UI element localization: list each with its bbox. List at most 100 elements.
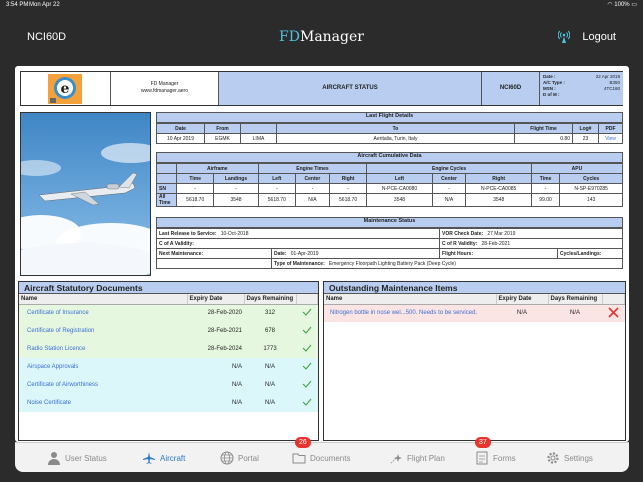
wifi-icon: ◠: [607, 2, 613, 8]
company-website: www.fdmanager.aero: [141, 88, 188, 94]
document-expiry: 28-Feb-2020: [187, 304, 244, 322]
maintenance-table: Last Release to Service: 10-Oct-2018 VOR…: [155, 228, 623, 269]
cumulative-table: Airframe Engine Times Engine Cycles APU …: [156, 163, 624, 207]
list-item[interactable]: Certificate of Registration 28-Feb-2021 67…: [19, 322, 318, 340]
logout-button[interactable]: Logout: [582, 31, 616, 43]
last-release-value: 10-Oct-2018: [220, 230, 249, 237]
tab-settings[interactable]: Settings: [546, 443, 593, 473]
connection-signal-icon: [558, 30, 570, 43]
tab-documents[interactable]: Documents 26: [292, 437, 350, 473]
view-pdf-link[interactable]: View: [598, 133, 623, 144]
flight-plan-icon: [390, 454, 402, 464]
last-flight-section: Last Flight Details Date From To Flight …: [156, 112, 623, 144]
company-cell: FD Manager www.fdmanager.aero: [111, 72, 219, 105]
tab-portal[interactable]: Portal: [220, 443, 259, 473]
maintenance-item-expiry: N/A: [496, 304, 548, 322]
tab-user-status[interactable]: User Status: [47, 443, 107, 473]
maintenance-type-value: Emergency Floorpath Lighting Battery Pac…: [328, 260, 456, 267]
aircraft-image: [21, 113, 150, 275]
aircraft-info-cell: Date :22 Apr 2019 A/C Type : B350 MSN :4T…: [540, 72, 623, 105]
document-expiry: 28-Feb-2024: [187, 340, 244, 358]
page-title: AIRCRAFT STATUS: [219, 72, 482, 105]
battery-icon: ▭: [631, 2, 637, 8]
fdmanager-logo-icon: e: [48, 74, 82, 104]
document-days-remaining: 678: [244, 322, 296, 340]
document-expiry: 28-Feb-2021: [187, 322, 244, 340]
document-days-remaining: 1773: [244, 340, 296, 358]
outstanding-maintenance-panel: Outstanding Maintenance Items Name Expir…: [323, 281, 626, 441]
document-days-remaining: 312: [244, 304, 296, 322]
document-name[interactable]: Airspace Approvals: [19, 358, 187, 376]
list-item[interactable]: Airspace Approvals N/A N/A: [19, 358, 318, 376]
statutory-documents-table: Name Expiry Date Days Remaining Certific…: [19, 294, 318, 412]
next-maintenance-date: 01-Apr-2019: [290, 250, 319, 257]
last-flight-title: Last Flight Details: [156, 112, 623, 123]
maintenance-item-days: N/A: [548, 304, 602, 322]
app-logo: FDManager: [279, 29, 364, 45]
cross-icon: [608, 307, 619, 318]
document-expiry: N/A: [187, 376, 244, 394]
list-item[interactable]: Certificate of Airworthiness N/A N/A: [19, 376, 318, 394]
status-battery: ◠ 100% ▭: [607, 0, 637, 10]
document-days-remaining: N/A: [244, 358, 296, 376]
forms-badge: 37: [475, 437, 491, 448]
tab-aircraft[interactable]: Aircraft: [142, 443, 185, 473]
folder-icon: [292, 453, 306, 464]
outstanding-maintenance-title: Outstanding Maintenance Items: [324, 282, 625, 294]
maintenance-item-name[interactable]: Nitrogen bottle in nose wel...500. Needs…: [324, 304, 496, 322]
plane-icon: [143, 452, 155, 464]
tail-cell: NCI60D: [482, 72, 540, 105]
tab-flight-plan[interactable]: Flight Plan: [389, 443, 445, 473]
cor-value: 28-Feb-2021: [481, 240, 511, 247]
vor-check-value: 27 Mar 2019: [487, 230, 516, 237]
statutory-documents-title: Aircraft Statutory Documents: [19, 282, 318, 294]
list-item[interactable]: Noise Certificate N/A N/A: [19, 394, 318, 412]
nav-bar: NCI60D FDManager Logout: [0, 10, 643, 55]
statutory-documents-panel: Aircraft Statutory Documents Name Expiry…: [18, 281, 319, 441]
document-name[interactable]: Certificate of Registration: [19, 322, 187, 340]
svg-text:e: e: [61, 81, 70, 97]
maintenance-title: Maintenance Status: [156, 217, 623, 228]
gear-icon: [547, 452, 559, 464]
table-row: SN -- --- N-PCE-CA0080- N-PCE-CA0085 - N-S…: [156, 183, 623, 194]
document-name[interactable]: Noise Certificate: [19, 394, 187, 412]
document-name[interactable]: Certificate of Airworthiness: [19, 376, 187, 394]
check-icon: [302, 326, 312, 334]
list-item[interactable]: Nitrogen bottle in nose wel...500. Needs…: [324, 304, 625, 322]
users-icon: [48, 452, 60, 465]
tab-forms[interactable]: Forms 37: [475, 437, 516, 473]
document-days-remaining: N/A: [244, 376, 296, 394]
document-days-remaining: N/A: [244, 394, 296, 412]
check-icon: [302, 308, 312, 316]
status-bar: 3:54 PM Mon Apr 22 ◠ 100% ▭: [0, 0, 643, 10]
cumulative-section: Aircraft Cumulative Data Airframe Engine…: [156, 152, 624, 207]
documents-badge: 26: [295, 437, 311, 448]
globe-icon: [220, 451, 234, 465]
document-name[interactable]: Certificate of Insurance: [19, 304, 187, 322]
document-expiry: N/A: [187, 358, 244, 376]
last-flight-table: Date From To Flight Time Log# PDF 10 Apr…: [156, 123, 623, 144]
table-row: All Time 5618.70 3548 5618.70 N/A 5618.70 3…: [156, 193, 623, 207]
document-name[interactable]: Radio Station Licence: [19, 340, 187, 358]
tab-bar: User Status Aircraft Portal Documents 26…: [15, 437, 629, 473]
aircraft-photo: [20, 112, 151, 276]
forms-icon: [476, 451, 488, 465]
table-row: 10 Apr 2019 EGMK LIMA Aeritalia, Turin, …: [156, 133, 623, 144]
battery-percent: 100%: [614, 2, 630, 8]
outstanding-maintenance-table: Name Expiry Date Days Remaining Nitrogen…: [324, 294, 625, 322]
status-time: 3:54 PM: [6, 2, 29, 8]
aircraft-status-panel: e FD Manager www.fdmanager.aero AIRCRAFT…: [15, 66, 629, 442]
status-date: Mon Apr 22: [29, 2, 60, 8]
maintenance-section: Maintenance Status Last Release to Servi…: [155, 217, 623, 269]
list-item[interactable]: Radio Station Licence 28-Feb-2024 1773: [19, 340, 318, 358]
company-name: FD Manager: [150, 81, 179, 87]
check-icon: [302, 362, 312, 370]
aircraft-header-card: e FD Manager www.fdmanager.aero AIRCRAFT…: [20, 71, 623, 106]
logo-cell: e: [21, 72, 111, 105]
check-icon: [302, 344, 312, 352]
check-icon: [302, 398, 312, 406]
check-icon: [302, 380, 312, 388]
list-item[interactable]: Certificate of Insurance 28-Feb-2020 312: [19, 304, 318, 322]
info-msn: 4TC160: [603, 86, 620, 91]
cumulative-title: Aircraft Cumulative Data: [156, 152, 623, 163]
